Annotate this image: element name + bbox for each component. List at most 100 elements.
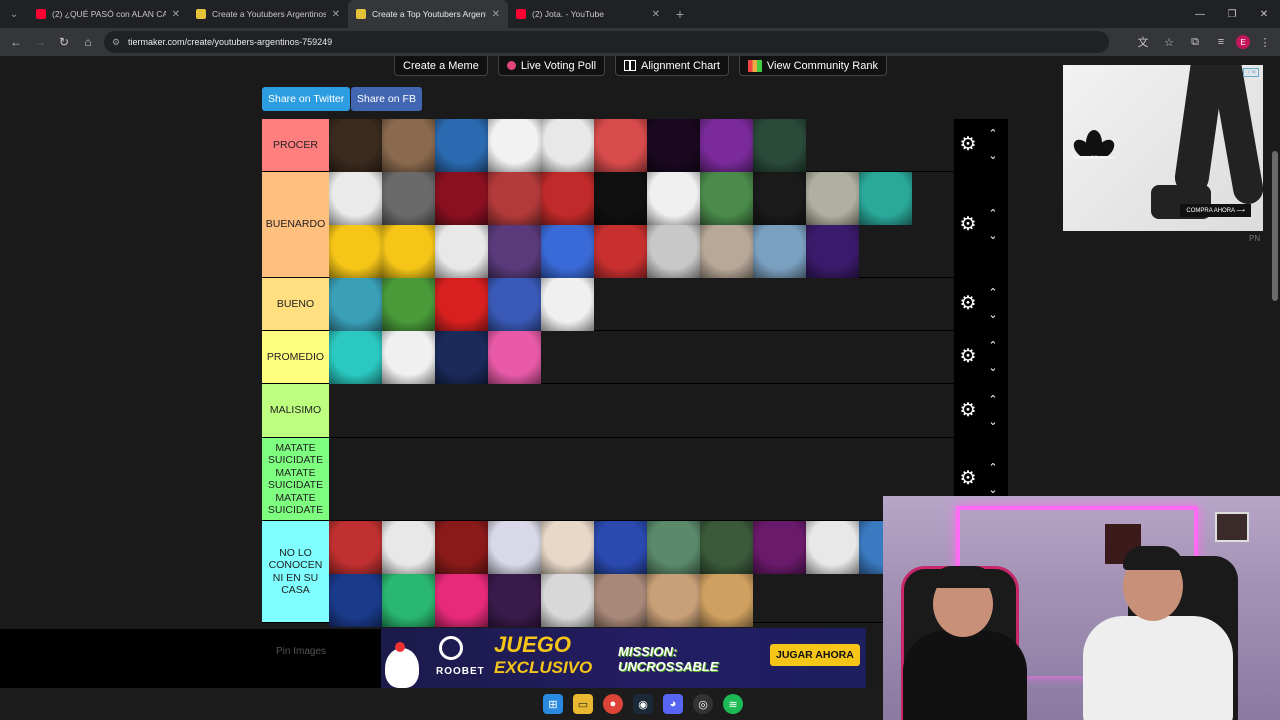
tier-item-image[interactable] — [700, 225, 753, 278]
tier-item-image[interactable] — [541, 225, 594, 278]
tier-item-image[interactable] — [435, 119, 488, 172]
forward-icon[interactable]: → — [28, 30, 52, 54]
tier-drop-zone[interactable] — [329, 384, 954, 437]
ad-cta-button[interactable]: COMPRA AHORA ⟶ — [1180, 204, 1251, 217]
community-rank-button[interactable]: View Community Rank — [738, 56, 887, 76]
tier-item-image[interactable] — [329, 119, 382, 172]
share-twitter-button[interactable]: Share on Twitter — [262, 87, 351, 111]
tier-item-image[interactable] — [382, 521, 435, 574]
tier-item-image[interactable] — [488, 278, 541, 331]
move-down-icon[interactable]: ⌄ — [986, 310, 1000, 321]
move-down-icon[interactable]: ⌄ — [986, 485, 1000, 496]
tab-close-icon[interactable]: ✕ — [172, 9, 180, 20]
move-up-icon[interactable]: ⌃ — [986, 463, 1000, 474]
tier-drop-zone[interactable] — [329, 521, 954, 627]
ad-play-button[interactable]: JUGAR AHORA — [770, 644, 860, 666]
tab-search-icon[interactable]: ⌄ — [0, 0, 28, 28]
chrome-icon[interactable]: ● — [603, 694, 623, 714]
move-down-icon[interactable]: ⌄ — [986, 363, 1000, 374]
page-scrollbar[interactable] — [1272, 151, 1278, 301]
move-up-icon[interactable]: ⌃ — [986, 288, 1000, 299]
tier-label[interactable]: PROCER — [262, 119, 329, 171]
extensions-icon[interactable]: ⧉ — [1184, 31, 1206, 53]
tier-label[interactable]: MATATE SUICIDATE MATATE SUICIDATE MATATE… — [262, 438, 329, 520]
browser-tab[interactable]: (2) ¿QUÉ PASÓ con ALAN CAB… ✕ — [28, 0, 188, 28]
tier-item-image[interactable] — [541, 574, 594, 627]
tier-item-image[interactable] — [382, 331, 435, 384]
tier-item-image[interactable] — [382, 225, 435, 278]
tier-label[interactable]: MALISIMO — [262, 384, 329, 437]
tier-item-image[interactable] — [806, 172, 859, 225]
create-meme-button[interactable]: Create a Meme — [394, 56, 488, 76]
tier-item-image[interactable] — [647, 574, 700, 627]
tier-item-image[interactable] — [541, 521, 594, 574]
tier-label[interactable]: NO LO CONOCEN NI EN SU CASA — [262, 521, 329, 622]
share-facebook-button[interactable]: Share on FB — [351, 87, 422, 111]
tier-item-image[interactable] — [700, 119, 753, 172]
tier-item-image[interactable] — [859, 172, 912, 225]
tab-close-icon[interactable]: ✕ — [332, 9, 340, 20]
ad-choices-icon[interactable]: ⓘ✕ — [1243, 68, 1259, 77]
gear-icon[interactable]: ⚙ — [958, 135, 978, 155]
tier-item-image[interactable] — [647, 119, 700, 172]
menu-kebab-icon[interactable]: ⋮ — [1254, 31, 1276, 53]
live-voting-poll-button[interactable]: Live Voting Poll — [497, 56, 606, 76]
tier-item-image[interactable] — [435, 172, 488, 225]
gear-icon[interactable]: ⚙ — [958, 400, 978, 421]
tier-item-image[interactable] — [435, 521, 488, 574]
home-icon[interactable]: ⌂ — [76, 30, 100, 54]
tier-item-image[interactable] — [753, 172, 806, 225]
tier-item-image[interactable] — [435, 225, 488, 278]
alignment-chart-button[interactable]: Alignment Chart — [615, 56, 729, 76]
tier-item-image[interactable] — [329, 278, 382, 331]
tier-item-image[interactable] — [488, 119, 541, 172]
move-up-icon[interactable]: ⌃ — [986, 341, 1000, 352]
tier-item-image[interactable] — [594, 225, 647, 278]
tier-item-image[interactable] — [647, 225, 700, 278]
url-field[interactable]: ⚙ tiermaker.com/create/youtubers-argenti… — [104, 31, 1109, 53]
tier-drop-zone[interactable] — [329, 119, 954, 172]
move-up-icon[interactable]: ⌃ — [986, 394, 1000, 405]
tier-drop-zone[interactable] — [329, 172, 954, 278]
obs-icon[interactable]: ◎ — [693, 694, 713, 714]
tab-close-icon[interactable]: ✕ — [492, 9, 500, 20]
tier-item-image[interactable] — [488, 331, 541, 384]
browser-tab[interactable]: Create a Youtubers Argentinos… ✕ — [188, 0, 348, 28]
tier-item-image[interactable] — [594, 521, 647, 574]
steam-icon[interactable]: ◉ — [633, 694, 653, 714]
tier-item-image[interactable] — [647, 172, 700, 225]
tier-item-image[interactable] — [329, 172, 382, 225]
bottom-ad-banner[interactable]: ROOBET JUEGO EXCLUSIVO MISSION: UNCROSSA… — [381, 628, 866, 688]
tier-item-image[interactable] — [329, 574, 382, 627]
tier-item-image[interactable] — [594, 574, 647, 627]
gear-icon[interactable]: ⚙ — [958, 347, 978, 367]
tier-item-image[interactable] — [329, 225, 382, 278]
tier-item-image[interactable] — [488, 225, 541, 278]
tier-item-image[interactable] — [753, 119, 806, 172]
tier-item-image[interactable] — [541, 119, 594, 172]
back-icon[interactable]: ← — [4, 30, 28, 54]
tier-item-image[interactable] — [488, 574, 541, 627]
tier-item-image[interactable] — [329, 331, 382, 384]
tier-item-image[interactable] — [382, 278, 435, 331]
gear-icon[interactable]: ⚙ — [958, 469, 978, 489]
restore-icon[interactable]: ❐ — [1216, 0, 1248, 28]
tier-label[interactable]: BUENO — [262, 278, 329, 330]
move-down-icon[interactable]: ⌄ — [986, 230, 1000, 241]
file-explorer-icon[interactable]: ▭ — [573, 694, 593, 714]
tier-item-image[interactable] — [329, 521, 382, 574]
side-ad-banner[interactable]: COMPRA AHORA ⟶ ⓘ✕ — [1063, 65, 1263, 231]
bookmark-star-icon[interactable]: ☆ — [1158, 31, 1180, 53]
tier-item-image[interactable] — [700, 521, 753, 574]
tier-item-image[interactable] — [541, 278, 594, 331]
browser-tab[interactable]: Create a Top Youtubers Argenti… ✕ — [348, 0, 508, 28]
discord-icon[interactable]: ◕ — [663, 694, 683, 714]
tier-item-image[interactable] — [700, 172, 753, 225]
tier-item-image[interactable] — [806, 521, 859, 574]
tier-item-image[interactable] — [435, 331, 488, 384]
tier-item-image[interactable] — [435, 574, 488, 627]
move-up-icon[interactable]: ⌃ — [986, 208, 1000, 219]
tier-drop-zone[interactable] — [329, 438, 954, 520]
move-down-icon[interactable]: ⌄ — [986, 416, 1000, 427]
profile-avatar[interactable]: E — [1236, 35, 1250, 49]
